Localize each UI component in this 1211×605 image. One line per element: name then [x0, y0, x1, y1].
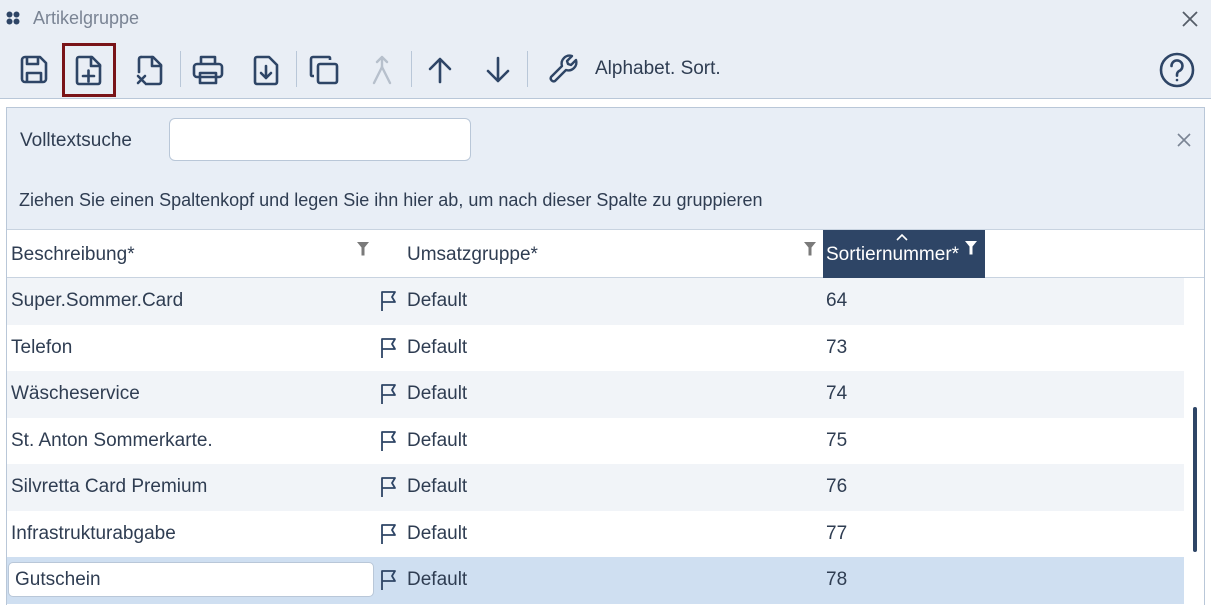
filter-active-icon[interactable]: [964, 240, 978, 256]
vertical-scrollbar[interactable]: [1193, 407, 1197, 552]
tools-button[interactable]: [537, 43, 591, 97]
table-row[interactable]: Wäscheservice Default 74: [7, 371, 1184, 418]
export-button[interactable]: [239, 43, 293, 97]
app-icon: [6, 11, 20, 25]
cell-umsatzgruppe[interactable]: Default: [407, 557, 467, 604]
column-header-label: Umsatzgruppe*: [407, 244, 538, 265]
table-row[interactable]: Silvretta Card Premium Default 76: [7, 464, 1184, 511]
help-icon[interactable]: [1158, 51, 1196, 89]
cell-umsatzgruppe[interactable]: Default: [407, 371, 467, 418]
title-bar: Artikelgruppe: [0, 0, 1211, 37]
new-document-icon: [75, 55, 102, 86]
merge-button[interactable]: [355, 43, 409, 97]
filter-icon[interactable]: [356, 241, 370, 257]
cell-umsatzgruppe[interactable]: Default: [407, 511, 467, 558]
toolbar-separator: [527, 51, 528, 87]
delete-button[interactable]: [123, 43, 177, 97]
cell-sortiernummer[interactable]: 74: [826, 371, 847, 418]
flag-icon[interactable]: [379, 430, 399, 452]
cell-umsatzgruppe[interactable]: Default: [407, 464, 467, 511]
move-up-button[interactable]: [413, 43, 467, 97]
cell-beschreibung[interactable]: Telefon: [11, 325, 72, 372]
print-button[interactable]: [181, 43, 235, 97]
delete-document-icon: [136, 55, 163, 86]
column-header-label: Beschreibung*: [11, 244, 135, 265]
clear-search-icon[interactable]: [1175, 131, 1193, 149]
cell-beschreibung[interactable]: St. Anton Sommerkarte.: [11, 418, 213, 465]
beschreibung-edit-input[interactable]: [8, 562, 374, 597]
sort-ascending-icon: [896, 233, 908, 241]
flag-icon[interactable]: [379, 523, 399, 545]
grid-container: Volltextsuche Ziehen Sie einen Spaltenko…: [6, 107, 1205, 605]
arrow-up-icon: [428, 57, 452, 84]
cell-beschreibung[interactable]: Wäscheservice: [11, 371, 140, 418]
toolbar: Alphabet. Sort.: [0, 37, 1211, 99]
wrench-icon: [549, 54, 578, 83]
cell-sortiernummer[interactable]: 75: [826, 418, 847, 465]
search-label: Volltextsuche: [20, 130, 132, 151]
cell-umsatzgruppe[interactable]: Default: [407, 278, 467, 325]
cell-umsatzgruppe[interactable]: Default: [407, 325, 467, 372]
column-header-beschreibung[interactable]: Beschreibung*: [7, 230, 405, 278]
cell-beschreibung[interactable]: Silvretta Card Premium: [11, 464, 207, 511]
search-panel: Volltextsuche Ziehen Sie einen Spaltenko…: [7, 108, 1204, 230]
save-button[interactable]: [7, 43, 61, 97]
flag-icon[interactable]: [379, 337, 399, 359]
download-icon: [253, 55, 279, 86]
grid-body: Super.Sommer.Card Default 64 Telefon Def…: [7, 278, 1184, 604]
close-window-icon[interactable]: [1177, 6, 1203, 32]
flag-icon[interactable]: [379, 383, 399, 405]
copy-button[interactable]: [297, 43, 351, 97]
flag-icon[interactable]: [379, 290, 399, 312]
copy-icon: [309, 55, 339, 85]
cell-beschreibung[interactable]: Infrastrukturabgabe: [11, 511, 176, 558]
cell-sortiernummer[interactable]: 76: [826, 464, 847, 511]
arrow-down-icon: [486, 56, 510, 83]
table-row-selected[interactable]: Default 78: [7, 557, 1184, 604]
group-drop-hint: Ziehen Sie einen Spaltenkopf und legen S…: [19, 190, 763, 210]
search-input[interactable]: [169, 118, 471, 161]
toolbar-separator: [411, 51, 412, 87]
column-header-umsatzgruppe[interactable]: Umsatzgruppe*: [405, 230, 823, 278]
alphabet-sort-button[interactable]: Alphabet. Sort.: [595, 58, 721, 80]
new-button[interactable]: [62, 43, 116, 97]
cell-sortiernummer[interactable]: 64: [826, 278, 847, 325]
table-row[interactable]: Super.Sommer.Card Default 64: [7, 278, 1184, 325]
save-icon: [20, 55, 48, 84]
merge-icon: [372, 55, 392, 85]
cell-umsatzgruppe[interactable]: Default: [407, 418, 467, 465]
column-header-label: Sortiernummer*: [826, 244, 960, 265]
filter-icon[interactable]: [803, 241, 817, 257]
flag-icon[interactable]: [379, 476, 399, 498]
column-header-sortiernummer[interactable]: Sortiernummer*: [823, 230, 985, 278]
window-title: Artikelgruppe: [33, 8, 140, 28]
cell-sortiernummer[interactable]: 73: [826, 325, 847, 372]
table-row[interactable]: Infrastrukturabgabe Default 77: [7, 511, 1184, 558]
printer-icon: [192, 55, 224, 85]
move-down-button[interactable]: [471, 43, 525, 97]
table-row[interactable]: Telefon Default 73: [7, 325, 1184, 372]
cell-sortiernummer[interactable]: 77: [826, 511, 847, 558]
table-row[interactable]: St. Anton Sommerkarte. Default 75: [7, 418, 1184, 465]
cell-sortiernummer[interactable]: 78: [826, 557, 847, 604]
flag-icon[interactable]: [379, 569, 399, 591]
cell-beschreibung[interactable]: Super.Sommer.Card: [11, 278, 183, 325]
grid-header: Beschreibung* Umsatzgruppe* Sortiernumme…: [7, 230, 1204, 278]
